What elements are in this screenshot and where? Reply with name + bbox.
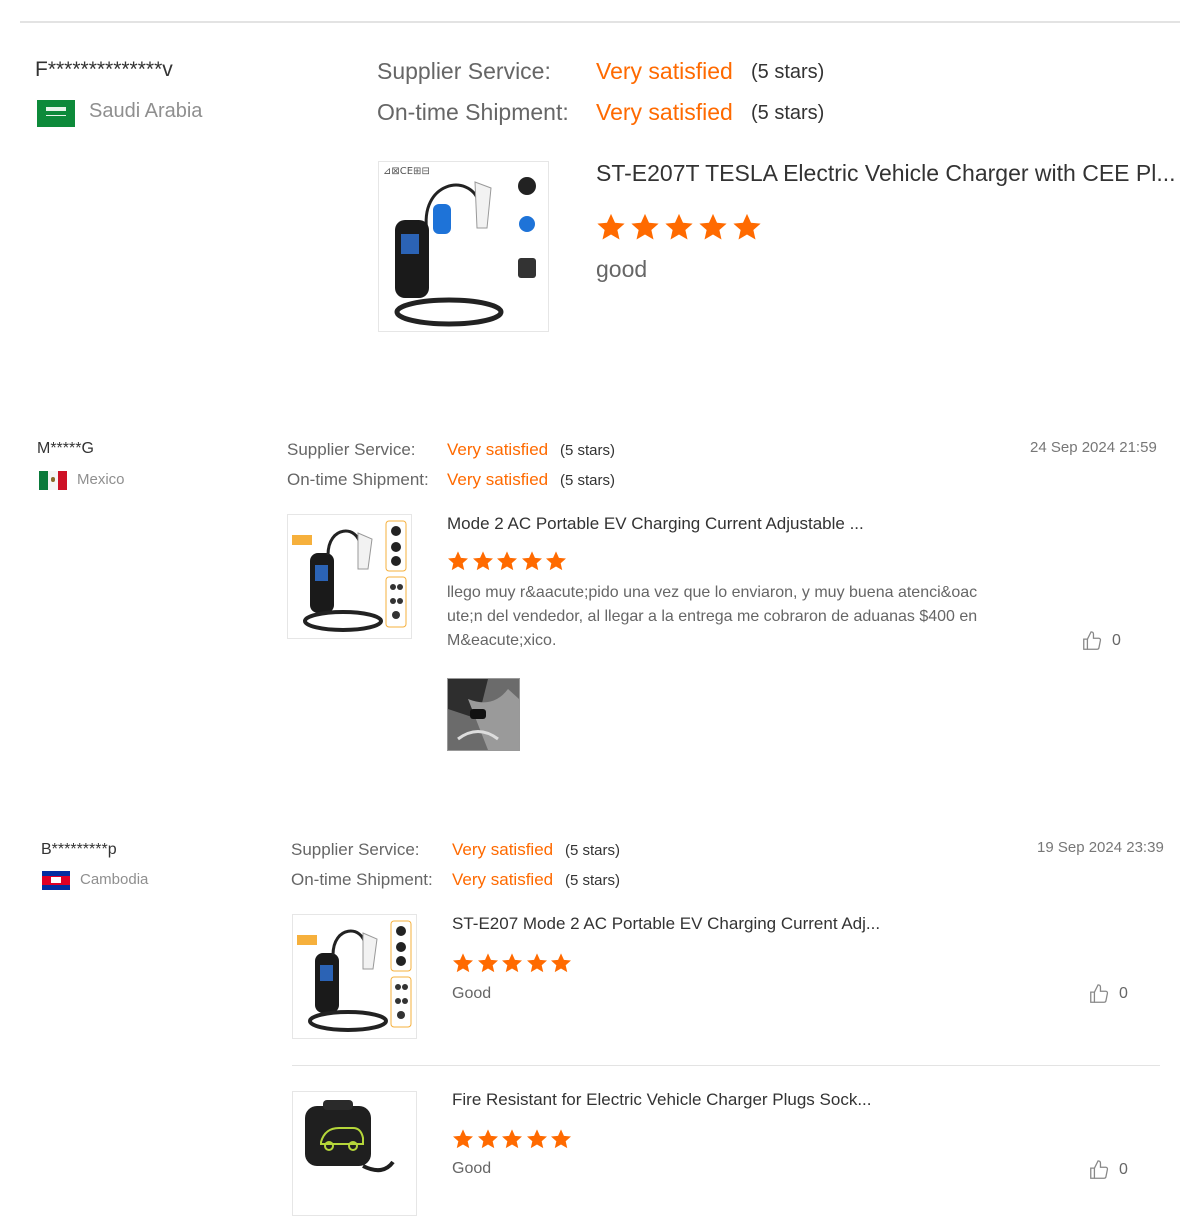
star-icon [521,551,542,571]
supplier-service-value: Very satisfied [447,440,549,459]
supplier-service-label: Supplier Service: [291,840,420,859]
product-title[interactable]: ST-E207 Mode 2 AC Portable EV Charging C… [452,914,1012,934]
star-icon [502,1129,522,1149]
product-title[interactable]: ST-E207T TESLA Electric Vehicle Charger … [596,160,1176,187]
shipment-label: On-time Shipment: [287,470,429,489]
star-icon [472,551,493,571]
like-count: 0 [1112,632,1121,649]
supplier-service-stars: (5 stars) [565,842,621,859]
like-button[interactable]: 0 [1088,1159,1128,1181]
star-icon [631,213,659,240]
star-icon [597,213,625,240]
reviewer-name: F**************v [35,58,173,81]
top-divider [20,21,1180,23]
product-thumbnail[interactable] [287,514,412,639]
reviewer-country: Mexico [77,471,125,488]
supplier-service-stars: (5 stars) [560,442,616,459]
review-text-line: M&eacute;xico. [447,632,557,649]
rating-stars [596,212,762,242]
review-text-line: llego muy r&aacute;pido una vez que lo e… [447,584,978,601]
review-text: good [596,256,648,282]
like-button[interactable]: 0 [1081,630,1121,652]
product-thumbnail[interactable] [292,914,417,1039]
star-icon [477,1129,498,1149]
star-icon [526,953,547,973]
svg-text:⊿⊠CE⊞⊟: ⊿⊠CE⊞⊟ [383,166,430,177]
thumbs-up-icon [1090,984,1109,1003]
product-title[interactable]: Fire Resistant for Electric Vehicle Char… [452,1090,1012,1110]
supplier-service-value: Very satisfied [452,840,554,859]
like-button[interactable]: 0 [1088,983,1128,1005]
star-icon [546,551,566,571]
star-icon [477,953,498,973]
review-text: Good [452,985,492,1002]
star-icon [665,213,693,240]
shipment-stars: (5 stars) [565,872,621,889]
flag-saudi-arabia-icon [37,100,75,127]
flag-mexico-icon [39,471,67,490]
rating-stars [452,952,572,974]
shipment-value: Very satisfied [452,870,554,889]
item-divider [292,1065,1160,1066]
reviewer-country: Saudi Arabia [89,100,203,122]
review-date: 19 Sep 2024 23:39 [1037,839,1164,856]
flag-cambodia-icon [42,871,70,890]
thumbs-up-icon [1090,1160,1109,1179]
star-icon [526,1129,547,1149]
thumbs-up-icon [1083,631,1102,650]
supplier-service-stars: (5 stars) [751,61,825,83]
supplier-service-label: Supplier Service: [287,440,416,459]
product-thumbnail[interactable]: ⊿⊠CE⊞⊟ [378,161,549,332]
supplier-service-value: Very satisfied [596,58,733,84]
star-icon [733,213,761,240]
review-date: 24 Sep 2024 21:59 [1030,439,1157,456]
rating-stars [447,550,567,572]
star-icon [448,551,468,571]
supplier-service-label: Supplier Service: [377,58,551,84]
star-icon [551,953,571,973]
star-icon [453,953,473,973]
product-title[interactable]: Mode 2 AC Portable EV Charging Current A… [447,514,1007,534]
rating-stars [452,1128,572,1150]
star-icon [699,213,727,240]
shipment-value: Very satisfied [447,470,549,489]
shipment-stars: (5 stars) [560,472,616,489]
like-count: 0 [1119,1161,1128,1178]
shipment-stars: (5 stars) [751,102,825,124]
shipment-value: Very satisfied [596,99,733,125]
star-icon [502,953,522,973]
reviewer-name: B*********p [41,841,117,858]
reviewer-country: Cambodia [80,871,149,888]
reviewer-name: M*****G [37,440,94,457]
shipment-label: On-time Shipment: [377,99,569,125]
product-thumbnail[interactable] [292,1091,417,1216]
review-text: Good [452,1160,492,1177]
like-count: 0 [1119,985,1128,1002]
star-icon [453,1129,473,1149]
star-icon [497,551,517,571]
review-text-line: ute;n del vendedor, al llegar a la entre… [447,608,978,625]
star-icon [551,1129,571,1149]
review-photo[interactable] [447,678,520,751]
shipment-label: On-time Shipment: [291,870,433,889]
